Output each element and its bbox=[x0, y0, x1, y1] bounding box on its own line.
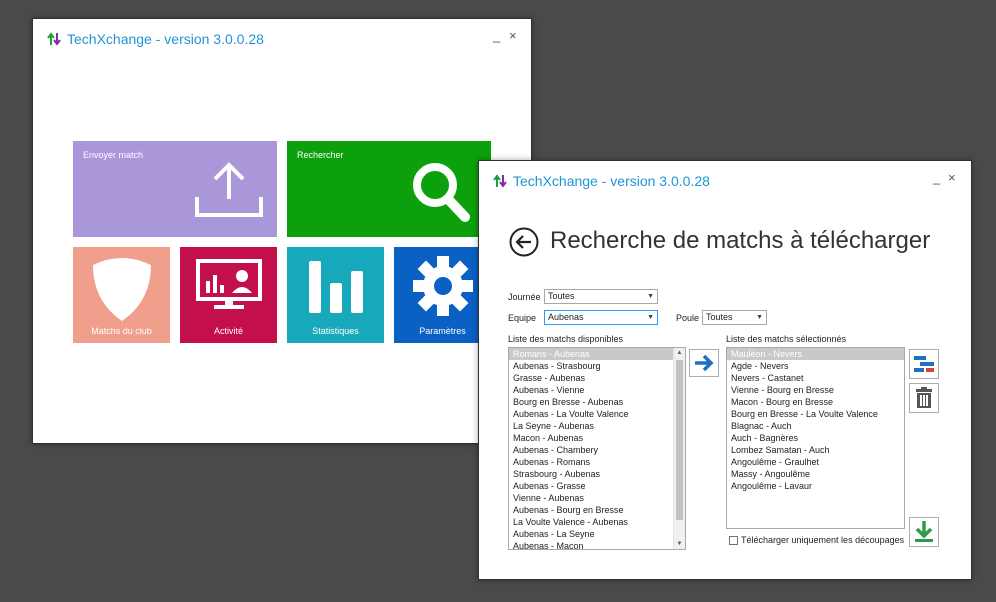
search-icon bbox=[413, 163, 470, 222]
list-item[interactable]: Aubenas - Strasbourg bbox=[509, 360, 685, 372]
list-item[interactable]: Nevers - Castanet bbox=[727, 372, 904, 384]
scrollbar[interactable]: ▲ ▼ bbox=[673, 348, 685, 549]
download-icon bbox=[915, 521, 933, 542]
monitor-chart-icon bbox=[196, 259, 262, 309]
search-window: TechXchange - version 3.0.0.28 _ × Reche… bbox=[478, 160, 972, 580]
journee-dropdown[interactable]: Toutes ▼ bbox=[544, 289, 658, 304]
app-logo-icon bbox=[47, 32, 61, 46]
journee-label: Journée bbox=[508, 292, 541, 302]
equipe-label: Equipe bbox=[508, 313, 537, 323]
tile-statistiques[interactable]: Statistiques bbox=[287, 247, 384, 343]
title-bar: TechXchange - version 3.0.0.28 _ × bbox=[33, 19, 531, 59]
tile-parametres[interactable]: Paramètres bbox=[394, 247, 491, 343]
checkbox-label: Télécharger uniquement les découpages bbox=[741, 535, 905, 545]
list-item[interactable]: Grasse - Aubenas bbox=[509, 372, 685, 384]
poule-label: Poule bbox=[676, 313, 700, 323]
list-item[interactable]: Agde - Nevers bbox=[727, 360, 904, 372]
main-window: TechXchange - version 3.0.0.28 _ × Envoy… bbox=[32, 18, 532, 444]
list-item[interactable]: Aubenas - Bourg en Bresse bbox=[509, 504, 685, 516]
journee-value: Toutes bbox=[548, 291, 575, 301]
list-item[interactable]: Angoulême - Lavaur bbox=[727, 480, 904, 492]
poule-value: Toutes bbox=[706, 312, 733, 322]
tile-label: Paramètres bbox=[419, 326, 466, 336]
list-item[interactable]: Massy - Angoulême bbox=[727, 468, 904, 480]
tile-label: Rechercher bbox=[297, 150, 344, 160]
delete-button[interactable] bbox=[909, 383, 939, 413]
equipe-dropdown[interactable]: Aubenas ▼ bbox=[544, 310, 658, 325]
download-cuts-only-checkbox[interactable] bbox=[729, 536, 738, 545]
sort-button[interactable] bbox=[909, 349, 939, 379]
list-item[interactable]: Aubenas - Chambery bbox=[509, 444, 685, 456]
tile-label: Statistiques bbox=[312, 326, 359, 336]
window-title: TechXchange - version 3.0.0.28 bbox=[513, 173, 710, 189]
tile-label: Activité bbox=[213, 326, 243, 336]
tile-envoyer-match[interactable]: Envoyer match bbox=[73, 141, 277, 237]
minimize-button[interactable]: _ bbox=[493, 29, 500, 43]
list-item[interactable]: Aubenas - Romans bbox=[509, 456, 685, 468]
list-item[interactable]: Romans - Aubenas bbox=[509, 348, 685, 360]
list-item[interactable]: Vienne - Bourg en Bresse bbox=[727, 384, 904, 396]
back-arrow-icon[interactable] bbox=[509, 227, 539, 257]
title-bar: TechXchange - version 3.0.0.28 _ × bbox=[479, 161, 971, 201]
arrow-right-icon bbox=[695, 354, 714, 372]
chevron-down-icon: ▼ bbox=[647, 293, 654, 300]
upload-icon bbox=[195, 162, 263, 217]
list-item[interactable]: Strasbourg - Aubenas bbox=[509, 468, 685, 480]
tile-label: Matchs du club bbox=[91, 326, 152, 336]
list-item[interactable]: Angoulême - Graulhet bbox=[727, 456, 904, 468]
minimize-button[interactable]: _ bbox=[933, 171, 940, 185]
selected-matches-list[interactable]: Mauléon - Nevers Agde - Nevers Nevers - Ca… bbox=[726, 347, 905, 529]
chevron-down-icon: ▼ bbox=[756, 314, 763, 321]
selected-list-label: Liste des matchs sélectionnés bbox=[726, 334, 847, 344]
tile-activite[interactable]: Activité bbox=[180, 247, 277, 343]
scroll-down-icon[interactable]: ▼ bbox=[674, 539, 685, 549]
page-title: Recherche de matchs à télécharger bbox=[550, 227, 931, 254]
tile-matchs-du-club[interactable]: Matchs du club bbox=[73, 247, 170, 343]
scroll-thumb[interactable] bbox=[676, 360, 683, 520]
window-title: TechXchange - version 3.0.0.28 bbox=[67, 31, 264, 47]
list-item[interactable]: Aubenas - Macon bbox=[509, 540, 685, 549]
list-item[interactable]: La Voulte Valence - Aubenas bbox=[509, 516, 685, 528]
tile-rechercher[interactable]: Rechercher bbox=[287, 141, 491, 237]
list-item[interactable]: Mauléon - Nevers bbox=[727, 348, 904, 360]
list-item[interactable]: Macon - Aubenas bbox=[509, 432, 685, 444]
list-item[interactable]: Macon - Bourg en Bresse bbox=[727, 396, 904, 408]
shield-icon bbox=[93, 258, 151, 321]
list-item[interactable]: Lombez Samatan - Auch bbox=[727, 444, 904, 456]
chevron-down-icon: ▼ bbox=[647, 314, 654, 321]
gear-icon bbox=[413, 256, 473, 316]
download-button[interactable] bbox=[909, 517, 939, 547]
list-item[interactable]: Auch - Bagnères bbox=[727, 432, 904, 444]
available-matches-list[interactable]: Romans - Aubenas Aubenas - Strasbourg Gras… bbox=[508, 347, 686, 550]
list-item[interactable]: Blagnac - Auch bbox=[727, 420, 904, 432]
tile-label: Envoyer match bbox=[83, 150, 144, 160]
list-item[interactable]: Aubenas - Grasse bbox=[509, 480, 685, 492]
list-item[interactable]: Vienne - Aubenas bbox=[509, 492, 685, 504]
scroll-up-icon[interactable]: ▲ bbox=[674, 348, 685, 358]
bar-chart-icon bbox=[309, 261, 363, 313]
close-button[interactable]: × bbox=[509, 29, 517, 43]
close-button[interactable]: × bbox=[948, 171, 956, 185]
list-item[interactable]: Aubenas - La Seyne bbox=[509, 528, 685, 540]
list-item[interactable]: Bourg en Bresse - Aubenas bbox=[509, 396, 685, 408]
equipe-value: Aubenas bbox=[548, 312, 584, 322]
list-item[interactable]: La Seyne - Aubenas bbox=[509, 420, 685, 432]
list-item[interactable]: Bourg en Bresse - La Voulte Valence bbox=[727, 408, 904, 420]
list-item[interactable]: Aubenas - Vienne bbox=[509, 384, 685, 396]
available-list-label: Liste des matchs disponibles bbox=[508, 334, 624, 344]
sort-bars-icon bbox=[914, 356, 934, 372]
app-logo-icon bbox=[493, 174, 507, 188]
list-item[interactable]: Aubenas - La Voulte Valence bbox=[509, 408, 685, 420]
add-to-selection-button[interactable] bbox=[689, 349, 719, 377]
poule-dropdown[interactable]: Toutes ▼ bbox=[702, 310, 767, 325]
trash-icon bbox=[916, 387, 932, 408]
